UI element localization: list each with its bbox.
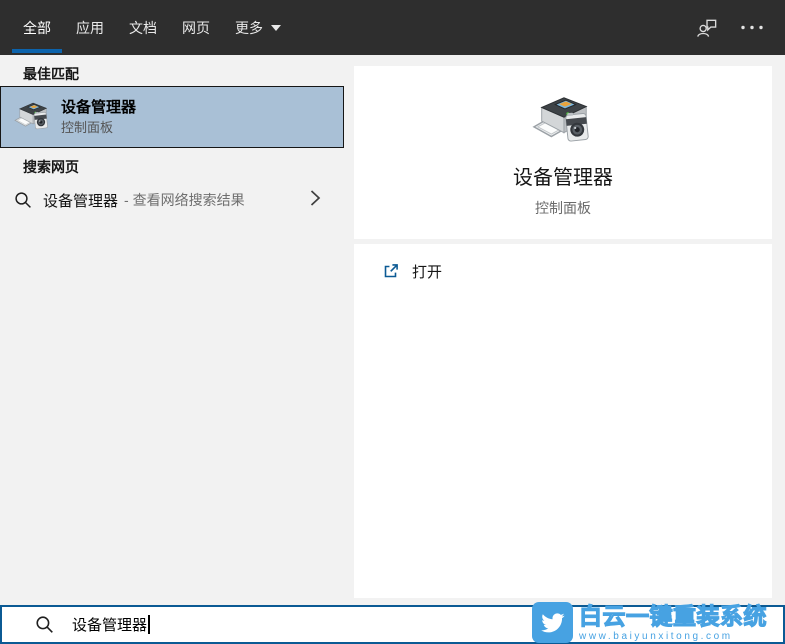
tab-web[interactable]: 网页 [171,0,221,55]
best-match-section-title: 最佳匹配 [23,66,79,82]
chevron-right-icon[interactable] [310,189,321,212]
preview-subtitle: 控制面板 [535,200,591,216]
search-icon [35,615,54,634]
device-manager-icon [14,99,51,136]
windows-search-flyout: 全部 应用 文档 网页 更多 最佳匹配 设备管理器 控制面板 搜索网页 设备管理… [0,0,785,644]
preview-actions-card: 打开 [354,244,772,598]
results-panel: 最佳匹配 设备管理器 控制面板 搜索网页 设备管理器 - 查看网络搜索结果 [0,55,354,605]
web-search-section-title: 搜索网页 [23,159,79,175]
search-input-value: 设备管理器 [72,617,148,634]
tab-apps-label: 应用 [76,19,104,36]
tab-all-label: 全部 [23,19,51,36]
open-external-icon [384,264,398,278]
best-match-subtitle: 控制面板 [61,119,114,135]
open-action[interactable]: 打开 [382,261,772,282]
more-options-ellipsis-icon[interactable] [739,16,765,39]
best-match-title: 设备管理器 [61,98,137,116]
chevron-down-icon [271,24,281,31]
preview-header-card: 设备管理器 控制面板 [354,66,772,239]
tab-apps[interactable]: 应用 [65,0,115,55]
twitter-bird-icon [532,602,573,643]
text-caret [148,615,150,634]
search-filter-bar: 全部 应用 文档 网页 更多 [0,0,785,55]
filter-tabs: 全部 应用 文档 网页 更多 [0,0,295,55]
device-manager-icon [532,91,594,153]
active-tab-underline [12,49,62,53]
watermark-brand: 白云一键重装系统 [578,602,767,629]
feedback-person-chat-icon[interactable] [696,16,719,39]
tab-web-label: 网页 [182,19,210,36]
preview-title: 设备管理器 [513,167,613,189]
web-search-query: 设备管理器 [43,192,119,210]
search-icon [14,191,32,209]
best-match-result-device-manager[interactable]: 设备管理器 控制面板 [0,86,344,148]
tab-documents-label: 文档 [129,19,157,36]
web-search-result[interactable]: 设备管理器 - 查看网络搜索结果 [0,181,345,219]
tab-all[interactable]: 全部 [12,0,62,55]
tab-more[interactable]: 更多 [224,0,292,55]
watermark-url: www.baiyunxitong.com [579,630,733,642]
web-search-hint: - 查看网络搜索结果 [124,192,245,208]
open-action-label: 打开 [412,264,443,281]
watermark: 白云一键重装系统 www.baiyunxitong.com [532,601,767,644]
tab-documents[interactable]: 文档 [118,0,168,55]
tab-more-label: 更多 [235,19,263,36]
